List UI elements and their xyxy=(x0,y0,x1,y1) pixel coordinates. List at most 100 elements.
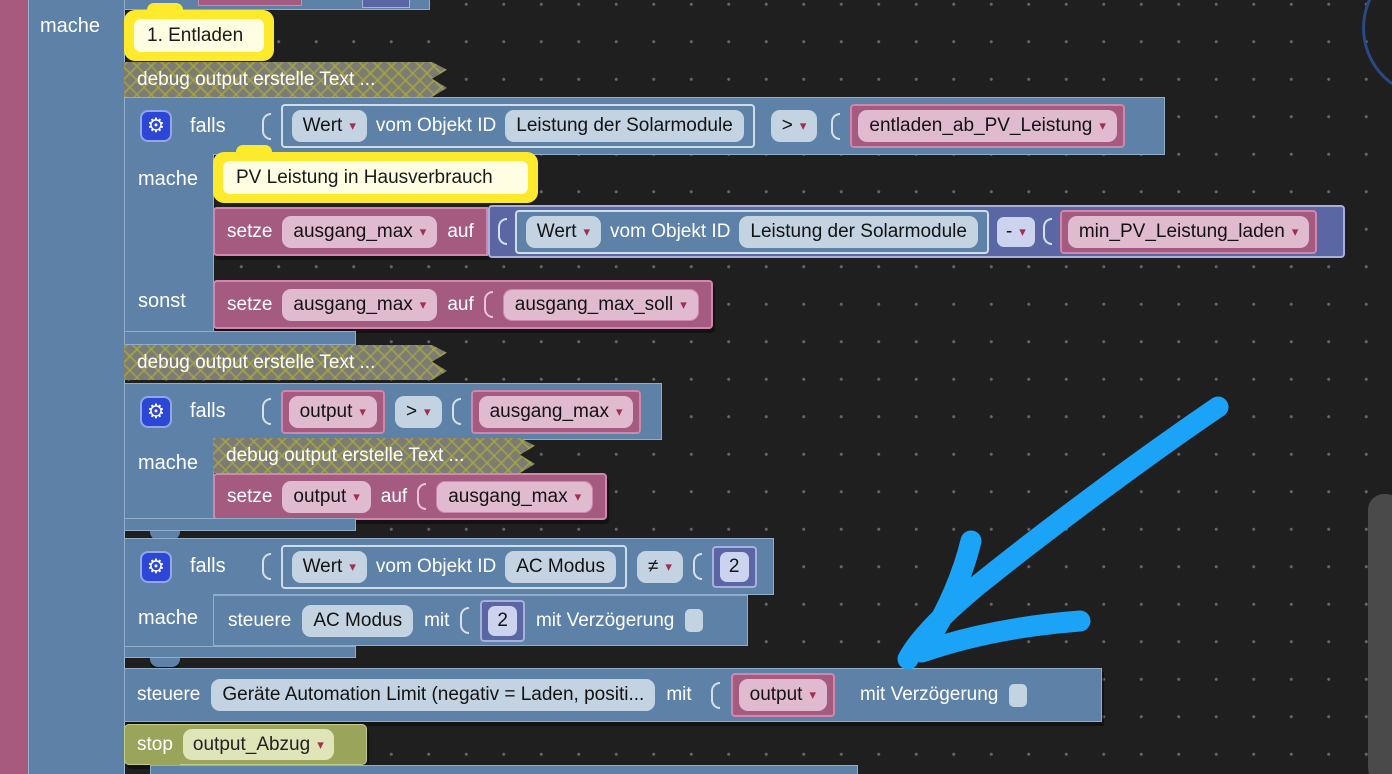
dropdown-arrow-icon xyxy=(413,221,427,243)
set-variable-block-else[interactable]: setze ausgang_max auf ausgang_max_soll xyxy=(213,280,713,329)
if1-do-label: mache xyxy=(138,168,199,190)
value-type-dropdown[interactable]: Wert xyxy=(291,550,367,583)
delay-checkbox[interactable] xyxy=(1009,683,1028,707)
gear-icon[interactable] xyxy=(140,395,172,428)
set-label: setze xyxy=(227,293,273,315)
of-object-label: vom Objekt ID xyxy=(375,555,497,577)
if1-else-label: sonst xyxy=(138,290,186,312)
value-type-dropdown[interactable]: Wert xyxy=(291,110,367,142)
debug-block-collapsed-1[interactable]: debug output erstelle Text ... xyxy=(124,62,447,97)
socket-connector xyxy=(451,398,461,425)
comment-block-entladen[interactable]: 1. Entladen xyxy=(124,3,274,61)
if1-header[interactable]: falls Wert vom Objekt ID Leistung der So… xyxy=(124,97,1165,155)
if1-label: falls xyxy=(190,114,226,137)
comment-block-pv[interactable]: PV Leistung in Hausverbrauch xyxy=(213,145,538,203)
socket-connector xyxy=(497,218,507,245)
vertical-scrollbar[interactable] xyxy=(1368,494,1392,774)
socket-connector xyxy=(460,607,470,634)
socket-connector xyxy=(692,553,702,580)
debug-block-collapsed-3[interactable]: debug output erstelle Text ... xyxy=(213,438,535,473)
dropdown-arrow-icon xyxy=(1285,221,1299,243)
socket-connector xyxy=(261,553,271,580)
socket-connector xyxy=(483,291,493,318)
if2-do-label: mache xyxy=(138,452,199,474)
outer-trigger-block-edge xyxy=(0,0,28,774)
to-label: auf xyxy=(447,293,474,315)
debug-block-collapsed-2[interactable]: debug output erstelle Text ... xyxy=(124,345,447,380)
timeout-variable-dropdown[interactable]: output_Abzug xyxy=(182,729,334,760)
control-block-acmodus[interactable]: steuere AC Modus mit 2 mit Verzögerung xyxy=(213,595,748,646)
if3-header[interactable]: falls Wert vom Objekt ID AC Modus ≠ 2 xyxy=(124,538,774,595)
variable-value-block[interactable]: ausgang_max xyxy=(436,480,594,513)
if2-spine xyxy=(124,439,214,519)
number-field[interactable]: 2 xyxy=(719,551,749,582)
if3-do-label: mache xyxy=(138,607,199,629)
dropdown-arrow-icon xyxy=(802,684,816,706)
if2-label: falls xyxy=(190,400,226,422)
get-value-block[interactable]: Wert vom Objekt ID Leistung der Solarmod… xyxy=(514,209,989,254)
operator-dropdown[interactable]: > xyxy=(394,395,442,428)
operator-dropdown[interactable]: ≠ xyxy=(636,550,683,583)
comment-text: PV Leistung in Hausverbrauch xyxy=(223,161,528,194)
variable-dropdown[interactable]: output xyxy=(738,679,827,711)
set-label: setze xyxy=(227,485,273,507)
gear-icon[interactable] xyxy=(140,550,172,583)
cropped-purple-block-top xyxy=(362,0,410,8)
math-operator-dropdown[interactable]: - xyxy=(996,216,1035,247)
variable-value-block[interactable]: ausgang_max_soll xyxy=(502,288,699,321)
variable-block[interactable]: min_PV_Leistung_laden xyxy=(1059,209,1318,254)
gear-icon[interactable] xyxy=(140,110,172,142)
math-operation-block[interactable]: Wert vom Objekt ID Leistung der Solarmod… xyxy=(487,205,1345,258)
dropdown-arrow-icon xyxy=(342,556,356,578)
variable-block[interactable]: ausgang_max xyxy=(470,389,642,434)
object-id-field[interactable]: AC Modus xyxy=(505,550,616,583)
next-connector-bump xyxy=(150,658,180,667)
variable-block[interactable]: output xyxy=(730,673,835,717)
dropdown-arrow-icon xyxy=(310,734,324,756)
socket-connector xyxy=(417,483,427,510)
get-value-block[interactable]: Wert vom Objekt ID Leistung der Solarmod… xyxy=(280,104,755,148)
control-label: steuere xyxy=(228,609,292,631)
comment-text: 1. Entladen xyxy=(134,19,264,52)
dropdown-arrow-icon xyxy=(577,221,591,243)
set-variable-block[interactable]: setze ausgang_max auf xyxy=(213,207,488,256)
variable-block[interactable]: output xyxy=(280,389,385,434)
object-id-field[interactable]: AC Modus xyxy=(302,604,414,637)
stop-label: stop xyxy=(137,733,173,755)
object-id-field[interactable]: Leistung der Solarmodule xyxy=(739,215,978,248)
variable-dropdown[interactable]: output xyxy=(288,395,377,428)
set-label: setze xyxy=(227,220,273,242)
socket-connector xyxy=(261,398,271,425)
get-value-block[interactable]: Wert vom Objekt ID AC Modus xyxy=(280,544,627,589)
variable-dropdown[interactable]: ausgang_max xyxy=(478,395,634,428)
delay-label: mit Verzögerung xyxy=(535,609,675,631)
variable-dropdown[interactable]: ausgang_max xyxy=(282,215,438,248)
dropdown-arrow-icon xyxy=(568,486,582,508)
value-type-dropdown[interactable]: Wert xyxy=(525,215,602,248)
cropped-pink-block-top xyxy=(198,0,302,6)
object-id-field[interactable]: Leistung der Solarmodule xyxy=(505,110,744,142)
variable-dropdown[interactable]: ausgang_max xyxy=(282,288,438,321)
variable-dropdown[interactable]: min_PV_Leistung_laden xyxy=(1067,215,1310,248)
number-block[interactable]: 2 xyxy=(711,545,757,588)
socket-connector xyxy=(831,112,841,140)
blockly-workspace[interactable]: mache 1. Entladen debug output erstelle … xyxy=(0,0,1392,774)
dropdown-arrow-icon xyxy=(413,294,427,316)
variable-dropdown[interactable]: entladen_ab_PV_Leistung xyxy=(858,110,1117,142)
variable-block[interactable]: entladen_ab_PV_Leistung xyxy=(850,104,1125,148)
control-block-limit[interactable]: steuere Geräte Automation Limit (negativ… xyxy=(124,668,1102,722)
operator-dropdown[interactable]: > xyxy=(770,110,818,142)
object-id-field[interactable]: Geräte Automation Limit (negativ = Laden… xyxy=(211,679,656,711)
of-object-label: vom Objekt ID xyxy=(610,220,731,242)
number-block[interactable]: 2 xyxy=(480,599,525,642)
stop-block[interactable]: stop output_Abzug xyxy=(124,724,367,765)
variable-dropdown[interactable]: output xyxy=(282,480,371,513)
delay-checkbox[interactable] xyxy=(685,609,704,632)
canvas-circle-decoration xyxy=(1362,0,1392,98)
dropdown-arrow-icon xyxy=(352,401,366,423)
if2-header[interactable]: falls output > ausgang_max xyxy=(124,383,662,440)
delay-label: mit Verzögerung xyxy=(860,684,999,705)
set-variable-block[interactable]: setze output auf ausgang_max xyxy=(213,473,608,520)
number-field[interactable]: 2 xyxy=(488,605,517,636)
control-label: steuere xyxy=(137,684,201,705)
